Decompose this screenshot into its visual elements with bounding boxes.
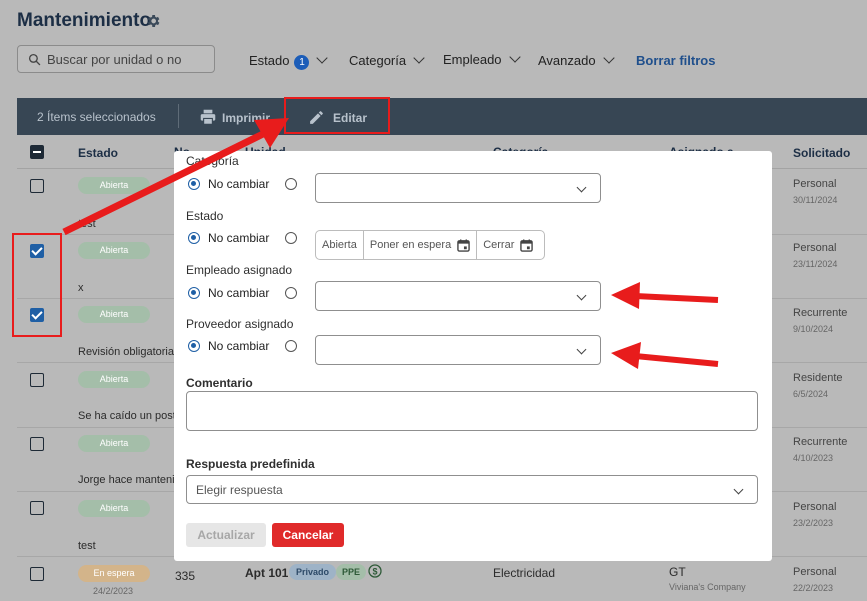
arrow-head-icon [611,282,640,309]
annotation-arrows [62,118,719,369]
arrow-head-icon [611,342,641,369]
